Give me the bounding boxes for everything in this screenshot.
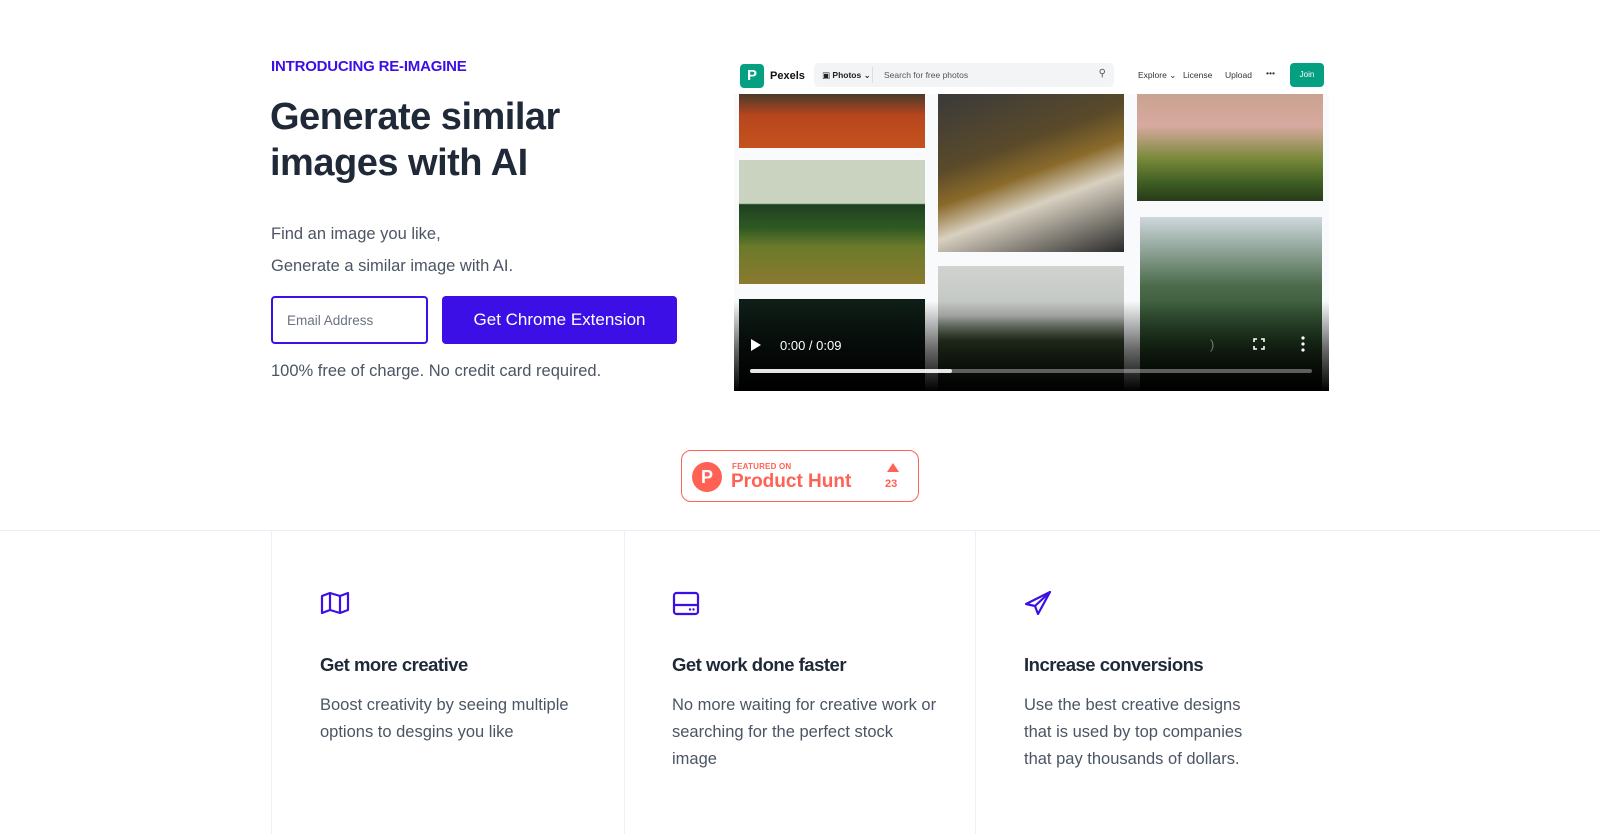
pexels-nav-explore: Explore ⌄ [1138, 70, 1177, 80]
server-icon [672, 591, 700, 616]
hero-subline-2: Generate a similar image with AI. [271, 257, 514, 275]
more-vertical-icon[interactable] [1301, 336, 1305, 352]
hero-headline: Generate similar images with AI [270, 96, 560, 184]
pexels-search-divider [872, 67, 873, 83]
feature-title: Get more creative [320, 654, 468, 675]
photo-tile [938, 94, 1124, 252]
photo-tile [1137, 94, 1323, 201]
pexels-name: Pexels [770, 70, 805, 82]
pexels-search-bar: ▣ Photos ⌄ Search for free photos ⚲ [814, 63, 1114, 87]
paper-plane-icon [1024, 590, 1052, 616]
pexels-nav-upload: Upload [1225, 70, 1252, 80]
feature-card: Increase conversions Use the best creati… [1024, 590, 1264, 773]
feature-title: Get work done faster [672, 654, 847, 675]
demo-video[interactable]: P Pexels ▣ Photos ⌄ Search for free phot… [734, 60, 1329, 391]
get-chrome-extension-button[interactable]: Get Chrome Extension [442, 296, 677, 344]
product-hunt-name: Product Hunt [731, 471, 852, 492]
column-divider [975, 531, 976, 834]
hero-subline-1: Find an image you like, [271, 225, 441, 243]
email-input[interactable] [271, 296, 428, 344]
video-progress-bar[interactable] [750, 369, 1312, 373]
feature-title: Increase conversions [1024, 654, 1204, 675]
upvote-arrow-icon [887, 463, 899, 472]
product-hunt-badge[interactable]: P FEATURED ON Product Hunt 23 [681, 450, 919, 502]
product-hunt-logo: P [692, 462, 722, 492]
fullscreen-icon[interactable] [1253, 338, 1265, 350]
play-icon[interactable] [751, 339, 761, 351]
product-hunt-featured-label: FEATURED ON [732, 462, 792, 471]
hero-eyebrow: INTRODUCING RE-IMAGINE [271, 58, 467, 75]
pexels-logo: P [740, 64, 764, 88]
video-time: 0:00 / 0:09 [780, 338, 842, 353]
map-icon [320, 591, 350, 615]
pexels-join-button: Join [1290, 63, 1324, 87]
search-icon: ⚲ [1098, 68, 1106, 79]
feature-description: Boost creativity by seeing multiple opti… [320, 696, 569, 741]
pexels-nav-more: ••• [1266, 68, 1275, 78]
feature-card: Get work done faster No more waiting for… [672, 590, 942, 773]
feature-description: Use the best creative designs that is us… [1024, 696, 1243, 768]
photo-tile [739, 94, 925, 148]
free-note: 100% free of charge. No credit card requ… [271, 362, 602, 380]
section-divider [0, 530, 1600, 531]
column-divider [271, 531, 272, 834]
pexels-nav-license: License [1183, 70, 1213, 80]
product-hunt-upvote-count: 23 [885, 478, 898, 490]
pexels-header: P Pexels ▣ Photos ⌄ Search for free phot… [734, 60, 1329, 94]
feature-description: No more waiting for creative work or sea… [672, 696, 937, 768]
video-buffered-fill [750, 369, 953, 373]
feature-card: Get more creative Boost creativity by se… [320, 590, 600, 746]
volume-icon[interactable]: ) [1210, 337, 1214, 352]
photo-tile [739, 160, 925, 284]
column-divider [624, 531, 625, 834]
pexels-search-placeholder: Search for free photos [884, 70, 969, 80]
pexels-category: ▣ Photos ⌄ [822, 70, 871, 80]
